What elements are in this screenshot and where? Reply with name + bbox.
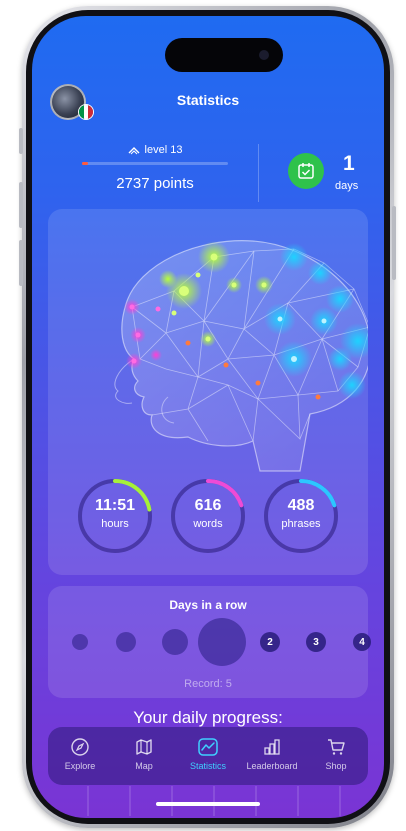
points-value: 2737 points: [116, 175, 194, 192]
leaderboard-icon: [264, 739, 280, 755]
tab-leaderboard[interactable]: Leaderboard: [240, 727, 304, 785]
words-value: 616: [194, 497, 222, 514]
streak-count: 1: [343, 152, 355, 175]
tab-explore[interactable]: Explore: [48, 727, 112, 785]
compass-icon: [71, 738, 89, 756]
past-day-dot: [162, 629, 188, 655]
stat-phrases: 488 phrases: [262, 477, 340, 555]
tab-map[interactable]: Map: [112, 727, 176, 785]
level-label: level 13: [144, 144, 183, 156]
future-day-dot: 3: [306, 632, 326, 652]
tab-shop[interactable]: Shop: [304, 727, 368, 785]
stat-words: 616 words: [169, 477, 247, 555]
cart-icon: [328, 739, 345, 755]
tab-statistics[interactable]: Statistics: [176, 727, 240, 785]
words-text: 616 words: [169, 497, 247, 530]
camera-icon: [259, 50, 269, 60]
words-label: words: [193, 518, 223, 530]
future-day-dot: 2: [260, 632, 280, 652]
tab-statistics-label: Statistics: [189, 761, 226, 771]
action-button: [19, 128, 23, 154]
daily-progress-title: Your daily progress:: [133, 708, 283, 727]
hours-value: 11:51: [94, 497, 136, 514]
phrases-text: 488 phrases: [262, 497, 340, 530]
tab-leaderboard-label: Leaderboard: [246, 761, 298, 771]
level-label-row: level 13: [80, 144, 230, 156]
level-progress-fill: [82, 162, 88, 165]
past-day-dot: [72, 634, 88, 650]
brain-stats-card: 11:51 hours 616 words 488 phrases: [48, 209, 368, 575]
volume-down-button: [19, 240, 23, 286]
volume-up-button: [19, 182, 23, 228]
stat-hours: 11:51 hours: [76, 477, 154, 555]
brain-illustration: [114, 240, 368, 472]
level-summary[interactable]: level 13 2737 points: [80, 144, 230, 192]
level-progress-bar: [82, 162, 228, 165]
header-divider: [258, 144, 259, 202]
future-day-dot: 4: [353, 633, 371, 651]
hours-label: hours: [101, 518, 129, 530]
phrases-label: phrases: [281, 518, 321, 530]
tab-map-label: Map: [135, 761, 153, 771]
streak-badge[interactable]: [288, 153, 324, 189]
bottom-tab-bar: Explore Map Statistics Leaderboard Shop: [48, 727, 368, 785]
power-button: [392, 206, 396, 280]
app-screen: Statistics level 13 2737 points 1 days 1…: [32, 16, 384, 818]
calendar-check-icon: [298, 163, 314, 179]
tab-explore-label: Explore: [64, 761, 96, 771]
hours-text: 11:51 hours: [76, 497, 154, 530]
current-day-dot: [198, 618, 246, 666]
progress-chart-gridlines: [87, 786, 341, 816]
tab-shop-label: Shop: [325, 761, 347, 771]
dynamic-island: [165, 38, 283, 72]
phrases-value: 488: [287, 497, 315, 514]
statistics-icon: [198, 738, 218, 756]
days-in-a-row-title: Days in a row: [169, 598, 247, 612]
map-icon: [136, 739, 152, 755]
chevron-up-icon: [128, 147, 140, 155]
page-title: Statistics: [176, 92, 240, 108]
streak-label: days: [335, 180, 359, 192]
days-in-a-row-card: Days in a row 2 3 4 Record: 5: [48, 586, 371, 698]
past-day-dot: [116, 632, 136, 652]
record-text: Record: 5: [184, 678, 232, 690]
home-indicator[interactable]: [156, 802, 260, 806]
